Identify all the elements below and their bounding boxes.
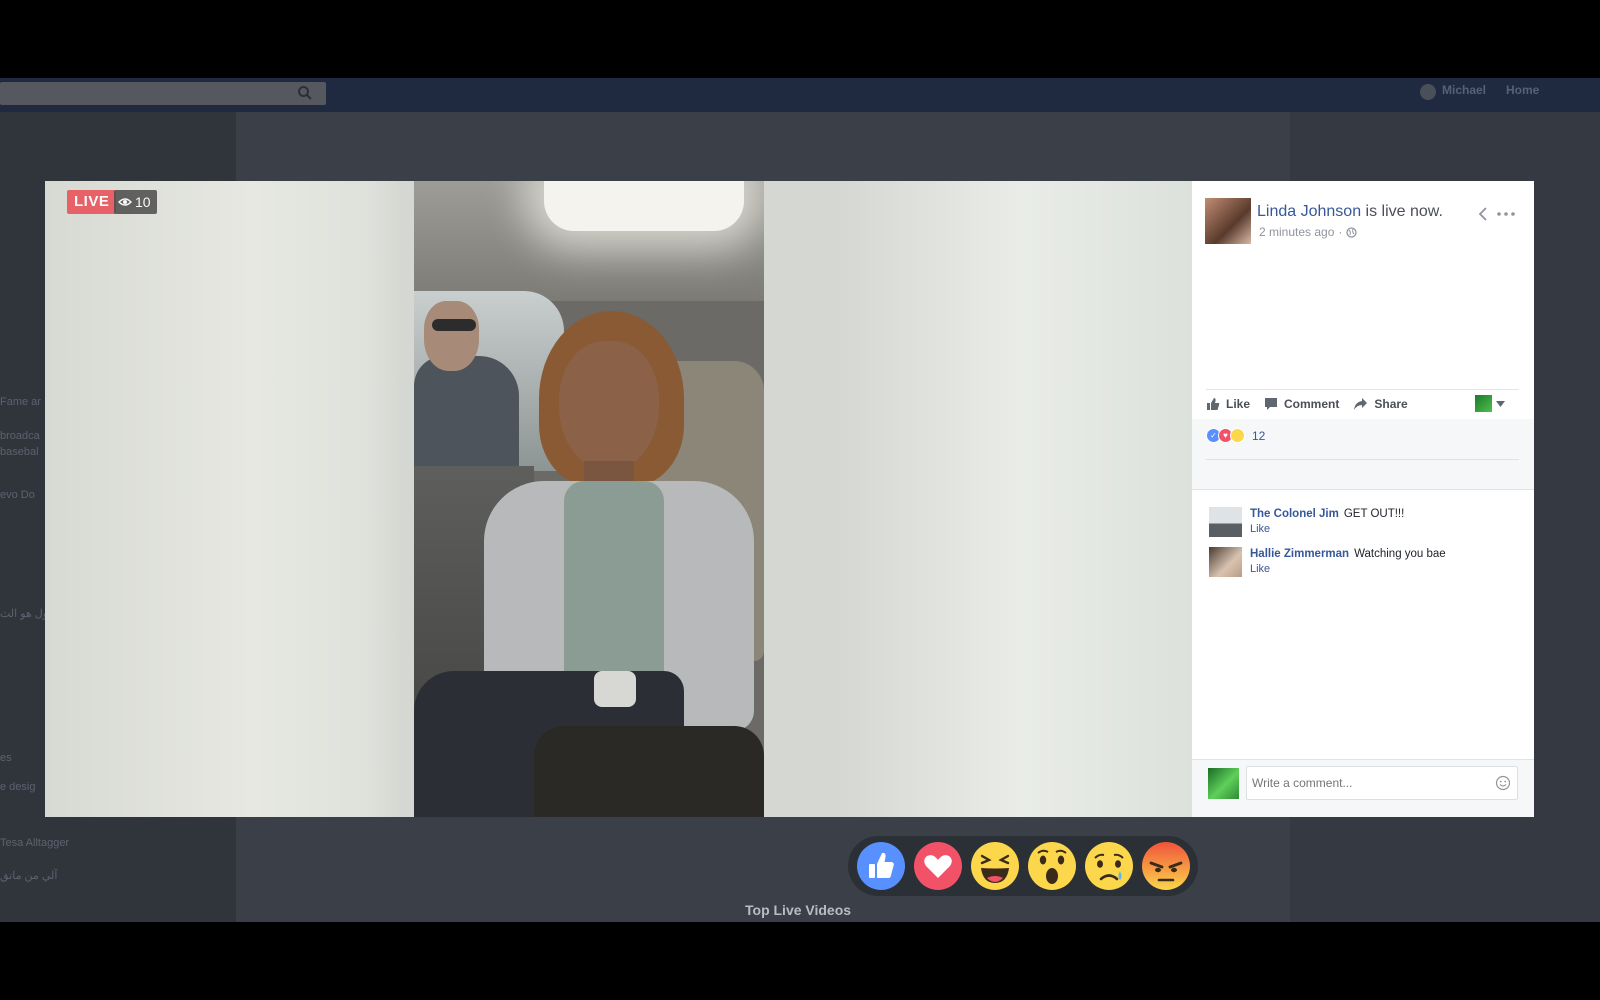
share-button[interactable]: Share [1353, 396, 1408, 411]
viewer-count: 10 [135, 194, 151, 210]
live-video-player[interactable]: LIVE 10 [45, 181, 1192, 817]
comment-composer [1192, 759, 1534, 817]
sad-reaction-button[interactable] [1084, 841, 1134, 891]
scene-man-body [414, 356, 519, 471]
commenter-name-link[interactable]: Hallie Zimmerman [1250, 548, 1349, 560]
background-snippet: Fame ar [0, 396, 41, 408]
video-frame [414, 181, 764, 817]
sad-reaction-icon [1230, 428, 1245, 443]
current-user-avatar [1208, 768, 1239, 799]
post-actions: Like Comment Share [1206, 389, 1519, 417]
scene-sunroof [544, 181, 744, 231]
divider [1206, 459, 1519, 460]
post-header: Linda Johnson is live now. [1257, 203, 1443, 221]
letterbox-top [0, 0, 1600, 78]
post-meta: 2 minutes ago · [1259, 225, 1358, 239]
comment-body: Hallie Zimmerman Watching you bae Like [1250, 547, 1446, 577]
background-snippet: e desig [0, 781, 36, 793]
reaction-picker [848, 836, 1198, 896]
scene-man-head [424, 301, 479, 371]
page-avatar [1475, 395, 1492, 412]
haha-reaction-button[interactable] [970, 841, 1020, 891]
post-status: is live now. [1365, 203, 1443, 220]
comment-icon [1265, 397, 1278, 410]
love-reaction-button[interactable] [913, 841, 963, 891]
emoji-smiley-icon[interactable] [1495, 775, 1511, 791]
comment-text: GET OUT!!! [1343, 508, 1405, 520]
like-button[interactable]: Like [1206, 397, 1250, 411]
background-snippet: آلي من ماتق [0, 870, 58, 882]
like-reaction-button[interactable] [856, 841, 906, 891]
wow-reaction-button[interactable] [1027, 841, 1077, 891]
background-snippet: broadca [0, 430, 40, 442]
thumbs-up-icon [856, 842, 905, 890]
like-label: Like [1226, 396, 1251, 411]
post-side-panel: Linda Johnson is live now. 2 minutes ago… [1192, 181, 1534, 817]
post-as-selector[interactable] [1475, 395, 1505, 412]
surprised-face-icon [1027, 842, 1076, 890]
sad-face-icon [1084, 842, 1133, 890]
background-snippet: evo Do [0, 489, 35, 501]
commenter-avatar[interactable] [1209, 547, 1242, 577]
comment-like-link[interactable]: Like [1250, 522, 1404, 537]
more-options-icon[interactable] [1496, 211, 1516, 217]
angry-reaction-button[interactable] [1141, 841, 1191, 891]
viewer-count-badge: 10 [114, 190, 157, 214]
background-snippet: Tesa Alltagger [0, 837, 70, 849]
comment-like-link[interactable]: Like [1250, 562, 1446, 577]
background-snippet: es [0, 752, 12, 764]
author-avatar[interactable] [1205, 198, 1251, 244]
background-snippet: ول هو الث [0, 608, 49, 620]
comment-body: The Colonel Jim GET OUT!!! Like [1250, 507, 1404, 537]
caret-down-icon [1496, 400, 1505, 407]
angry-face-icon [1141, 842, 1190, 890]
eye-icon [118, 198, 132, 206]
chevron-left-icon[interactable] [1476, 205, 1490, 223]
user-avatar[interactable] [1420, 84, 1436, 100]
separator-dot: · [1338, 225, 1343, 239]
share-arrow-icon [1354, 397, 1368, 410]
divider [1192, 489, 1534, 490]
scene-man-glasses [432, 319, 476, 331]
top-live-videos-heading: Top Live Videos [745, 902, 852, 918]
scene-woman-face [559, 341, 659, 471]
commenter-avatar[interactable] [1209, 507, 1242, 537]
search-input[interactable] [0, 82, 326, 105]
share-label: Share [1374, 396, 1408, 411]
laughing-face-icon [970, 842, 1019, 890]
globe-icon [1346, 226, 1358, 238]
search-icon[interactable] [297, 85, 313, 101]
comment-button[interactable]: Comment [1264, 397, 1339, 411]
letterbox-bottom [0, 922, 1600, 1000]
live-badge: LIVE [67, 190, 117, 214]
user-name-link[interactable]: Michael [1442, 83, 1486, 97]
commenter-name-link[interactable]: The Colonel Jim [1250, 508, 1339, 520]
comment-item: Hallie Zimmerman Watching you bae Like [1209, 547, 1446, 577]
scene-bracelet [594, 671, 636, 707]
reaction-count[interactable]: 12 [1252, 429, 1265, 443]
comment-item: The Colonel Jim GET OUT!!! Like [1209, 507, 1404, 537]
background-snippet: basebal [0, 446, 39, 458]
author-name-link[interactable]: Linda Johnson [1257, 203, 1361, 220]
reactions-summary[interactable]: ✓ ♥ 12 [1206, 428, 1265, 443]
comment-input[interactable] [1246, 766, 1518, 800]
live-video-modal: LIVE 10 Linda Johnson is live now. 2 min… [45, 181, 1534, 817]
comment-label: Comment [1284, 396, 1340, 411]
home-link[interactable]: Home [1506, 83, 1539, 97]
scene-handbag [534, 726, 764, 817]
thumbs-up-icon [1207, 397, 1220, 410]
post-time[interactable]: 2 minutes ago [1259, 225, 1334, 239]
heart-icon [913, 842, 962, 890]
comment-text: Watching you bae [1354, 548, 1446, 560]
